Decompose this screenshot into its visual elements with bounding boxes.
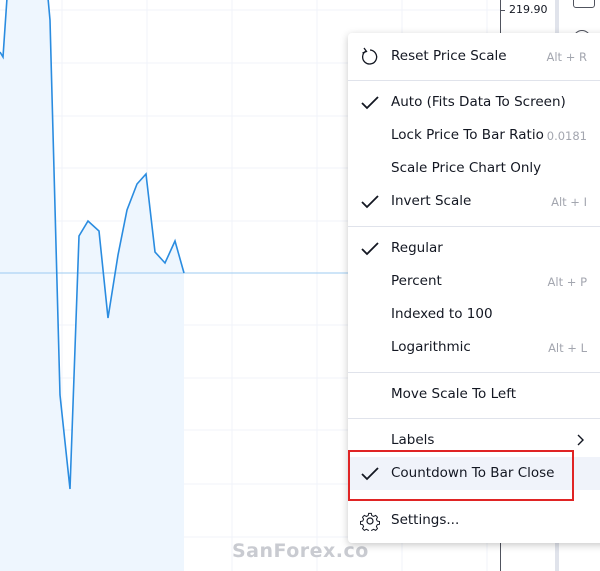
menu-item-indexed-to-100[interactable]: Indexed to 100 [348, 298, 600, 331]
menu-item-shortcut: 0.0181 [546, 129, 587, 143]
menu-item-shortcut: Alt + I [551, 195, 587, 209]
price-label: 219.90 [509, 3, 548, 16]
chevron-right-icon [576, 433, 586, 451]
chart-area-fill [0, 0, 184, 571]
menu-item-percent[interactable]: Percent Alt + P [348, 265, 600, 298]
menu-item-settings[interactable]: Settings... [348, 504, 600, 537]
menu-item-label: Logarithmic [391, 339, 471, 355]
menu-separator [348, 418, 600, 419]
menu-item-regular[interactable]: Regular [348, 232, 600, 265]
menu-item-auto-fits-data-to-screen[interactable]: Auto (Fits Data To Screen) [348, 86, 600, 119]
menu-item-reset-price-scale[interactable]: Reset Price Scale Alt + R [348, 40, 600, 73]
menu-item-shortcut: Alt + L [548, 341, 587, 355]
menu-item-label: Labels [391, 432, 435, 448]
checkmark-icon [360, 93, 380, 113]
menu-separator [348, 80, 600, 81]
menu-item-move-scale-to-left[interactable]: Move Scale To Left [348, 378, 600, 411]
menu-item-shortcut: Alt + P [547, 275, 587, 289]
menu-separator [348, 226, 600, 227]
menu-item-label: Percent [391, 273, 442, 289]
watermark: SanForex.co [232, 540, 369, 562]
menu-item-label: Move Scale To Left [391, 386, 517, 402]
toolbar-box-icon[interactable] [573, 0, 595, 8]
menu-item-label: Invert Scale [391, 193, 472, 209]
menu-item-scale-price-chart-only[interactable]: Scale Price Chart Only [348, 152, 600, 185]
price-tick [500, 10, 505, 11]
menu-item-shortcut: Alt + R [546, 50, 587, 64]
menu-item-invert-scale[interactable]: Invert Scale Alt + I [348, 185, 600, 218]
highlight-annotation-box [348, 450, 574, 501]
gear-icon [359, 511, 381, 533]
menu-item-label: Auto (Fits Data To Screen) [391, 94, 566, 110]
menu-item-logarithmic[interactable]: Logarithmic Alt + L [348, 331, 600, 364]
menu-item-label: Indexed to 100 [391, 306, 493, 322]
menu-item-label: Regular [391, 240, 443, 256]
menu-item-label: Settings... [391, 512, 460, 528]
menu-item-label: Scale Price Chart Only [391, 160, 542, 176]
checkmark-icon [360, 239, 380, 259]
menu-separator [348, 372, 600, 373]
menu-item-label: Reset Price Scale [391, 48, 507, 64]
checkmark-icon [360, 192, 380, 212]
menu-item-lock-price-to-bar-ratio[interactable]: Lock Price To Bar Ratio 0.0181 [348, 119, 600, 152]
menu-item-label: Lock Price To Bar Ratio [391, 127, 544, 143]
reset-icon [360, 47, 380, 67]
